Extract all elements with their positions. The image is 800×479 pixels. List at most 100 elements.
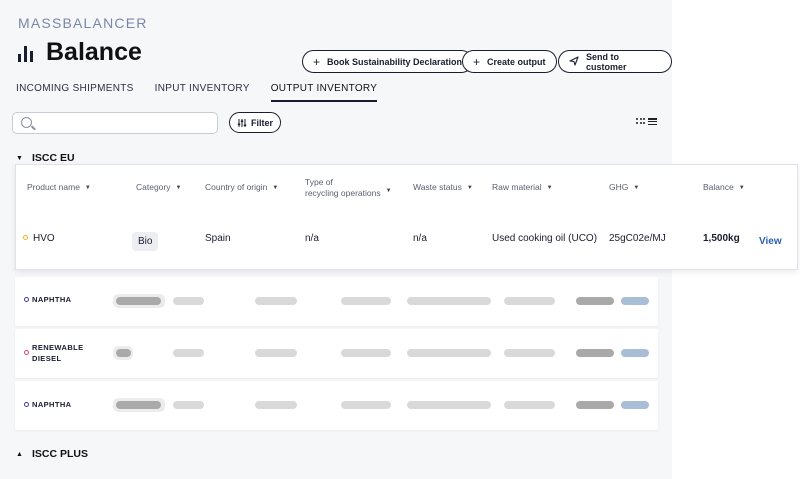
category-badge: Bio bbox=[132, 232, 159, 251]
product-name: NAPHTHA bbox=[32, 295, 72, 304]
skeleton-bar bbox=[173, 297, 204, 305]
column-header-recycling[interactable]: Type of recycling operations ▼ bbox=[305, 165, 392, 211]
skeleton-bar bbox=[621, 401, 649, 409]
tab-bar: INCOMING SHIPMENTS INPUT INVENTORY OUTPU… bbox=[16, 83, 378, 102]
create-output-button[interactable]: + Create output bbox=[462, 50, 557, 73]
search-icon bbox=[21, 117, 32, 128]
product-name: RENEWABLE DIESEL bbox=[32, 343, 84, 363]
page-title: Balance bbox=[46, 38, 142, 66]
column-label: Balance bbox=[703, 182, 734, 193]
page-header: Balance bbox=[18, 38, 142, 67]
sliders-icon bbox=[237, 118, 247, 127]
skeleton-bar bbox=[173, 401, 204, 409]
tab-input-inventory[interactable]: INPUT INVENTORY bbox=[155, 83, 250, 102]
sort-down-icon: ▼ bbox=[84, 184, 91, 191]
skeleton-bar bbox=[116, 297, 161, 305]
skeleton-bar bbox=[173, 349, 204, 357]
skeleton-bar bbox=[255, 349, 297, 357]
column-label: Category bbox=[136, 182, 171, 193]
balance-cell: 1,500kg bbox=[703, 233, 740, 244]
skeleton-bar bbox=[407, 297, 491, 305]
column-header-waste-status[interactable]: Waste status ▼ bbox=[413, 165, 473, 211]
send-icon bbox=[569, 55, 579, 68]
sort-down-icon: ▼ bbox=[738, 184, 745, 191]
column-label: Product name bbox=[27, 182, 80, 193]
skeleton-bar bbox=[255, 297, 297, 305]
column-header-product-name[interactable]: Product name ▼ bbox=[27, 165, 91, 211]
create-output-label: Create output bbox=[487, 56, 546, 67]
column-label: Raw material bbox=[492, 182, 542, 193]
inventory-table: Product name ▼ Category ▼ Country of origi… bbox=[15, 164, 798, 270]
skeleton-bar bbox=[576, 401, 614, 409]
column-label: Waste status bbox=[413, 182, 462, 193]
sort-down-icon: ▼ bbox=[633, 184, 640, 191]
filter-label: Filter bbox=[250, 117, 273, 128]
skeleton-bar bbox=[116, 401, 161, 409]
product-cell: HVO bbox=[23, 233, 55, 244]
column-header-balance[interactable]: Balance ▼ bbox=[703, 165, 745, 211]
list-view-icon[interactable] bbox=[648, 118, 657, 125]
skeleton-bar bbox=[116, 349, 131, 357]
filter-button[interactable]: Filter bbox=[229, 112, 281, 133]
view-link[interactable]: View bbox=[759, 236, 782, 247]
raw-material-cell: Used cooking oil (UCO) bbox=[492, 233, 598, 244]
product-name: NAPHTHA bbox=[32, 400, 72, 409]
group-name: ISCC EU bbox=[31, 152, 75, 164]
send-to-customer-button[interactable]: Send to customer bbox=[558, 50, 672, 73]
column-header-country[interactable]: Country of origin ▼ bbox=[205, 165, 278, 211]
sort-down-icon: ▼ bbox=[546, 184, 553, 191]
column-header-ghg[interactable]: GHG ▼ bbox=[609, 165, 639, 211]
skeleton-bar bbox=[255, 401, 297, 409]
column-header-category[interactable]: Category ▼ bbox=[136, 165, 181, 211]
tab-output-inventory[interactable]: OUTPUT INVENTORY bbox=[270, 83, 378, 102]
brand-label: MASSBALANCER bbox=[18, 15, 148, 31]
ghg-cell: 25gC02e/MJ bbox=[609, 233, 666, 244]
list-item[interactable]: NAPHTHA bbox=[15, 381, 658, 430]
search-input[interactable] bbox=[12, 112, 218, 134]
group-header-iscc-eu[interactable]: ▼ ISCC EU bbox=[16, 152, 75, 164]
tab-incoming-shipments[interactable]: INCOMING SHIPMENTS bbox=[16, 83, 134, 102]
skeleton-bar bbox=[504, 349, 555, 357]
skeleton-bar bbox=[576, 297, 614, 305]
list-item[interactable]: NAPHTHA bbox=[15, 277, 658, 326]
skeleton-bar bbox=[504, 401, 555, 409]
column-label: Country of origin bbox=[205, 182, 268, 193]
status-dot bbox=[24, 297, 29, 302]
plus-icon: + bbox=[313, 54, 321, 69]
book-declaration-label: Book Sustainability Declaration bbox=[327, 56, 463, 67]
skeleton-bar bbox=[504, 297, 555, 305]
book-declaration-button[interactable]: + Book Sustainability Declaration bbox=[302, 50, 474, 73]
skeleton-bar bbox=[407, 349, 491, 357]
product-name: HVO bbox=[33, 233, 55, 244]
plus-icon: + bbox=[473, 54, 481, 69]
send-to-customer-label: Send to customer bbox=[586, 51, 627, 72]
group-name: ISCC PLUS bbox=[31, 448, 88, 460]
caret-up-icon: ▲ bbox=[16, 450, 23, 458]
country-cell: Spain bbox=[205, 233, 231, 244]
skeleton-bar bbox=[621, 349, 649, 357]
sort-down-icon: ▼ bbox=[272, 184, 279, 191]
grid-view-icon[interactable] bbox=[636, 118, 645, 125]
skeleton-bar bbox=[341, 349, 391, 357]
status-dot bbox=[24, 350, 29, 355]
skeleton-bar bbox=[341, 297, 391, 305]
sort-down-icon: ▼ bbox=[175, 184, 182, 191]
view-toggle bbox=[636, 118, 657, 125]
column-label: Type of recycling operations bbox=[305, 176, 381, 198]
group-header-iscc-plus[interactable]: ▲ ISCC PLUS bbox=[16, 448, 88, 460]
sort-down-icon: ▼ bbox=[466, 184, 473, 191]
chart-bars-icon bbox=[18, 44, 36, 62]
caret-down-icon: ▼ bbox=[16, 154, 23, 162]
skeleton-bar bbox=[576, 349, 614, 357]
recycling-cell: n/a bbox=[305, 233, 319, 244]
skeleton-bar bbox=[621, 297, 649, 305]
list-item[interactable]: RENEWABLE DIESEL bbox=[15, 329, 658, 378]
sort-down-icon: ▼ bbox=[385, 187, 392, 194]
skeleton-bar bbox=[341, 401, 391, 409]
status-dot bbox=[24, 402, 29, 407]
status-dot bbox=[23, 235, 28, 240]
column-label: GHG bbox=[609, 182, 629, 193]
waste-status-cell: n/a bbox=[413, 233, 427, 244]
skeleton-bar bbox=[407, 401, 491, 409]
column-header-raw-material[interactable]: Raw material ▼ bbox=[492, 165, 553, 211]
